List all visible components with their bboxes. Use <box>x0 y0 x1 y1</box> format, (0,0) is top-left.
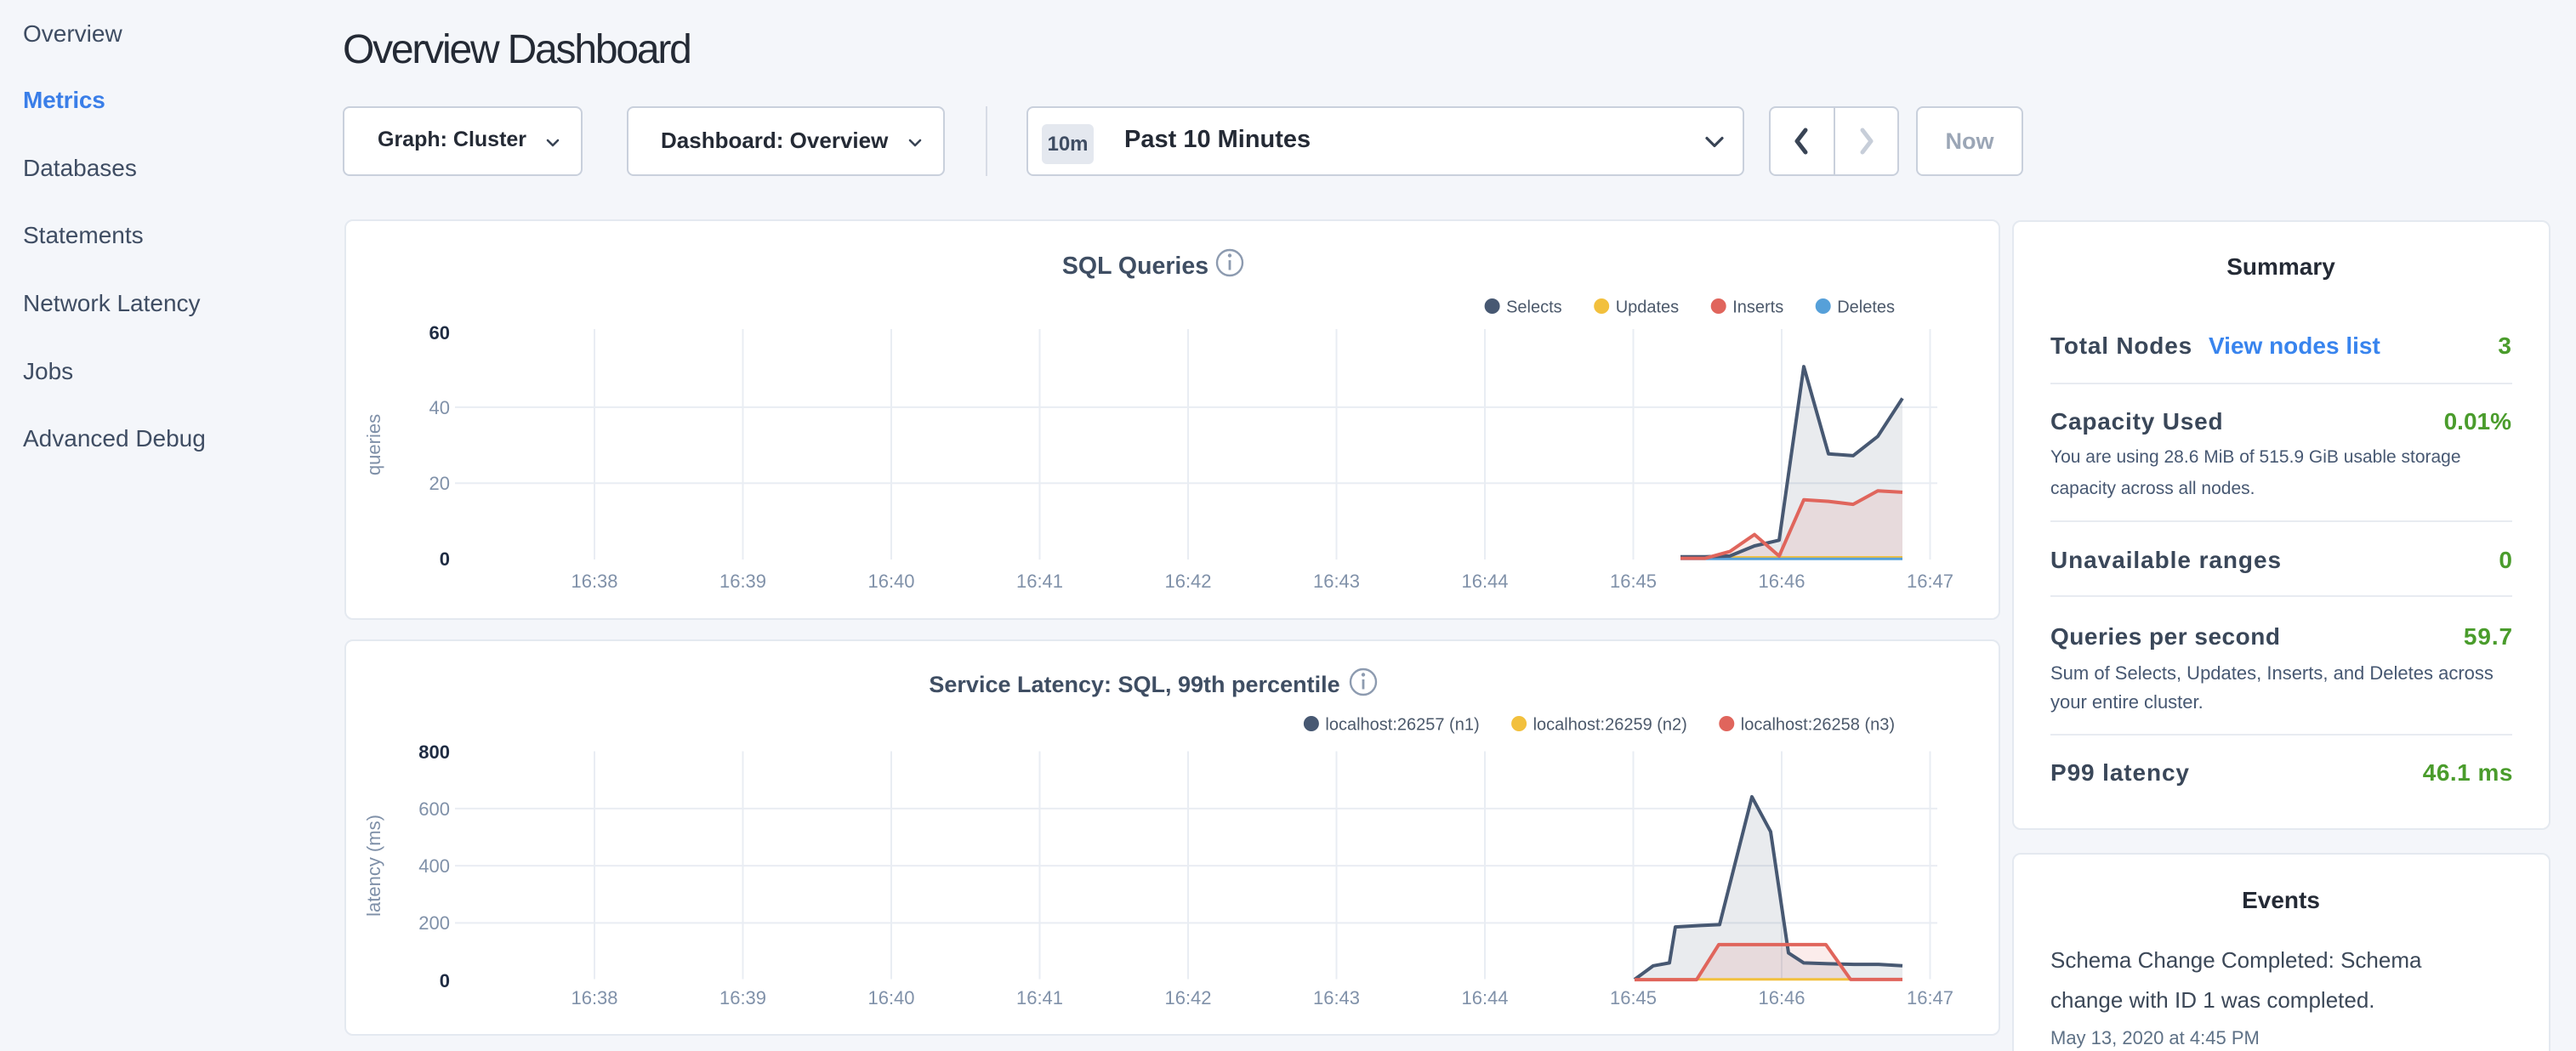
svg-text:60: 60 <box>429 322 450 344</box>
svg-text:localhost:26258 (n3): localhost:26258 (n3) <box>1741 715 1895 734</box>
svg-text:16:38: 16:38 <box>571 571 617 592</box>
svg-text:0: 0 <box>440 548 450 570</box>
svg-text:200: 200 <box>418 912 450 934</box>
svg-text:16:41: 16:41 <box>1016 571 1063 592</box>
svg-text:16:42: 16:42 <box>1164 571 1211 592</box>
svg-text:600: 600 <box>418 798 450 820</box>
svg-text:20: 20 <box>429 473 450 494</box>
svg-text:16:38: 16:38 <box>571 987 617 1008</box>
svg-text:16:44: 16:44 <box>1461 571 1508 592</box>
svg-text:16:41: 16:41 <box>1016 987 1063 1008</box>
svg-text:Deletes: Deletes <box>1837 298 1895 316</box>
svg-text:16:43: 16:43 <box>1313 571 1360 592</box>
svg-text:400: 400 <box>418 855 450 877</box>
svg-text:Updates: Updates <box>1616 298 1680 316</box>
svg-text:16:42: 16:42 <box>1164 987 1211 1008</box>
svg-text:16:47: 16:47 <box>1907 571 1953 592</box>
svg-text:Service Latency: SQL, 99th per: Service Latency: SQL, 99th percentile <box>929 672 1339 697</box>
svg-text:800: 800 <box>418 741 450 763</box>
svg-text:16:44: 16:44 <box>1461 987 1508 1008</box>
svg-text:localhost:26259 (n2): localhost:26259 (n2) <box>1533 715 1687 734</box>
svg-text:16:45: 16:45 <box>1610 571 1657 592</box>
svg-text:16:40: 16:40 <box>867 571 914 592</box>
svg-text:16:46: 16:46 <box>1758 571 1805 592</box>
svg-text:0: 0 <box>440 970 450 991</box>
svg-text:16:46: 16:46 <box>1758 987 1805 1008</box>
svg-text:Selects: Selects <box>1506 298 1562 316</box>
svg-text:16:45: 16:45 <box>1610 987 1657 1008</box>
svg-text:16:40: 16:40 <box>867 987 914 1008</box>
svg-text:latency (ms): latency (ms) <box>363 815 384 917</box>
svg-text:16:47: 16:47 <box>1907 987 1953 1008</box>
svg-text:SQL Queries: SQL Queries <box>1062 253 1208 280</box>
svg-text:16:39: 16:39 <box>719 987 766 1008</box>
svg-text:Inserts: Inserts <box>1732 298 1783 316</box>
svg-text:16:39: 16:39 <box>719 571 766 592</box>
svg-text:40: 40 <box>429 397 450 418</box>
svg-text:localhost:26257 (n1): localhost:26257 (n1) <box>1325 715 1479 734</box>
svg-text:queries: queries <box>363 414 384 475</box>
svg-text:16:43: 16:43 <box>1313 987 1360 1008</box>
